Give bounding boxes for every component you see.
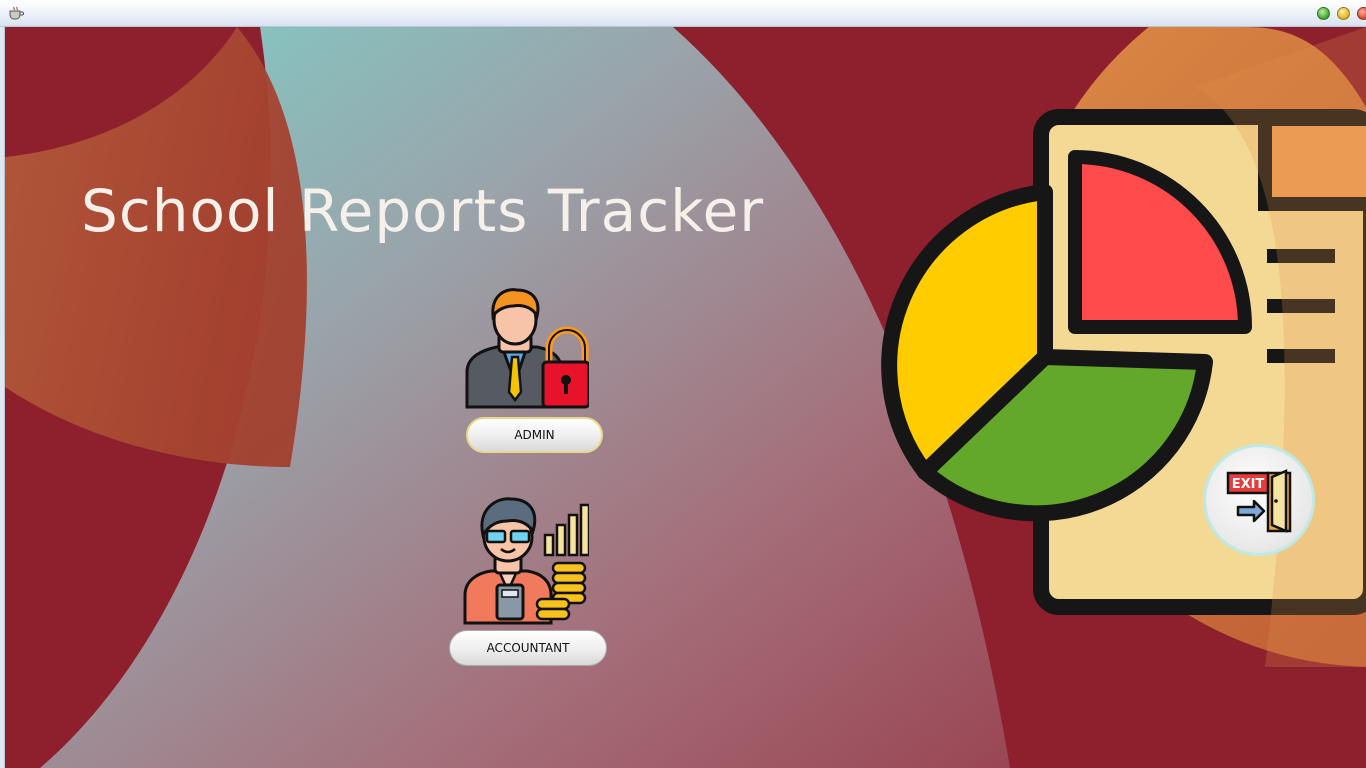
exit-button[interactable]: EXIT xyxy=(1203,444,1315,556)
minimize-button[interactable] xyxy=(1317,7,1330,20)
admin-lock-icon xyxy=(465,288,589,409)
exit-sign-text: EXIT xyxy=(1232,477,1265,492)
accountant-icon xyxy=(463,497,589,625)
accountant-button[interactable]: ACCOUNTANT xyxy=(449,630,607,666)
java-cup-icon xyxy=(9,6,24,20)
app-title: School Reports Tracker xyxy=(81,177,765,245)
main-panel: School Reports Tracker ADMIN ACCOUNTANT … xyxy=(5,27,1366,768)
admin-button[interactable]: ADMIN xyxy=(466,417,603,453)
background-art xyxy=(5,27,1366,768)
exit-door-icon: EXIT xyxy=(1226,469,1292,533)
maximize-button[interactable] xyxy=(1337,7,1350,20)
close-button[interactable] xyxy=(1357,7,1366,20)
window-titlebar[interactable] xyxy=(0,0,1366,27)
